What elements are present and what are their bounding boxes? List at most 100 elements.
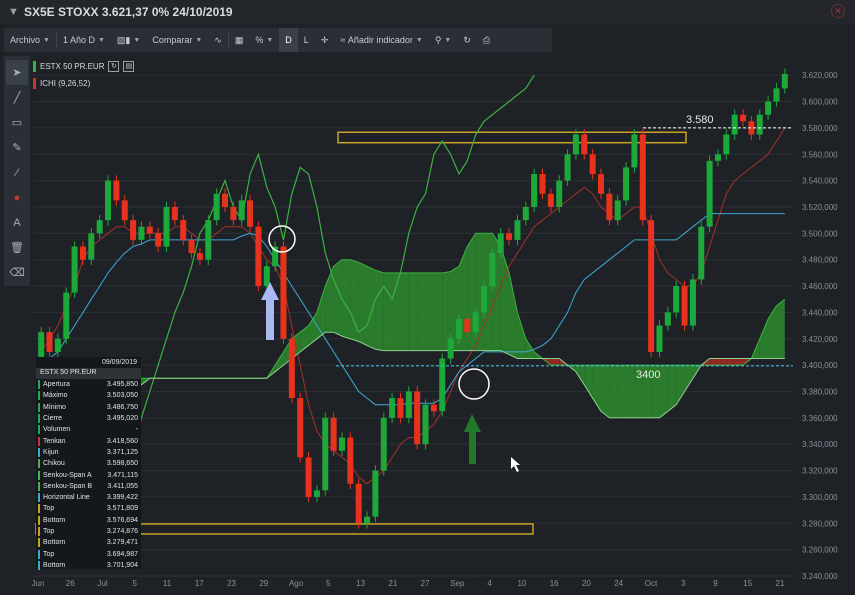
y-tick-label: 3.520,000 (802, 203, 838, 212)
data-window-date: 09/09/2019 (101, 359, 137, 366)
x-tick-label: 27 (421, 579, 430, 588)
row-color-marker (38, 436, 40, 446)
candle-body (338, 437, 345, 451)
data-window-row: Apertura 3.495,850 (36, 379, 141, 390)
candle-body (547, 193, 554, 207)
row-color-marker (38, 470, 40, 480)
candle-body (163, 206, 170, 247)
row-value: 3.399,422 (106, 494, 138, 502)
candle-body (297, 398, 304, 458)
cloud-segment (400, 272, 409, 351)
candle-body (447, 338, 454, 359)
row-label: Horizontal Line (43, 494, 90, 502)
x-tick-label: Oct (645, 579, 658, 588)
data-window-row: Mínimo 3.486,750 (36, 402, 141, 413)
candle-body (581, 134, 588, 155)
x-tick-label: 3 (681, 579, 686, 588)
row-value: 3.371,125 (106, 448, 138, 456)
data-window-row: Senkou-Span B 3.411,055 (36, 481, 141, 492)
y-tick-label: 3.280,000 (802, 519, 838, 528)
y-tick-label: 3.300,000 (802, 493, 838, 502)
up-arrow-head (464, 414, 481, 432)
x-tick-label: 21 (388, 579, 397, 588)
x-tick-label: 15 (743, 579, 752, 588)
candle-body (46, 332, 53, 352)
settings-icon[interactable]: ▤ (123, 61, 135, 72)
candle-body (355, 483, 362, 524)
candle-body (598, 174, 604, 194)
row-color-marker (38, 560, 40, 570)
row-label: Volumen (43, 426, 71, 434)
x-tick-label: 20 (582, 579, 591, 588)
y-tick-label: 3.340,000 (802, 440, 838, 449)
candle-body (564, 154, 571, 181)
y-tick-label: 3.380,000 (802, 387, 838, 396)
x-tick-label: Sep (450, 579, 465, 588)
candle-body (347, 437, 354, 484)
candle-body (380, 417, 387, 471)
candle-body (389, 398, 396, 418)
data-window-row: Volumen - (36, 424, 141, 435)
candle-body (305, 457, 312, 497)
x-tick-label: 26 (66, 579, 75, 588)
legend-item-price[interactable]: ESTX 50 PR.EUR ↻ ▤ (33, 58, 137, 75)
cloud-segment (383, 272, 393, 351)
y-tick-label: 3.560,000 (802, 150, 838, 159)
row-value: 3.701,904 (106, 561, 138, 569)
candle-body (439, 358, 446, 412)
data-window-row: Tenkan 3.418,560 (36, 435, 141, 446)
annotation-3400: 3400 (636, 369, 660, 381)
candle-body (497, 233, 504, 254)
row-value: 3.576,694 (106, 516, 138, 524)
row-color-marker (38, 414, 40, 424)
candle-body (455, 319, 462, 339)
x-tick-label: Jul (97, 579, 107, 588)
candle-body (405, 391, 412, 418)
y-axis: 3.620,000 3.600,000 3.580,000 3.560,000 3.54… (802, 71, 838, 581)
row-label: Senkou-Span A (43, 471, 92, 479)
row-color-marker (38, 481, 40, 491)
row-value: 3.279,471 (106, 539, 138, 547)
candle-body (430, 404, 437, 412)
candle-body (130, 220, 137, 240)
cloud-segment (759, 319, 769, 359)
candle-body (781, 73, 788, 89)
legend-item-indicator[interactable]: ICHI (9,26,52) (33, 75, 137, 92)
candle-body (689, 279, 696, 326)
y-tick-label: 3.320,000 (802, 467, 838, 476)
refresh-icon[interactable]: ↻ (108, 61, 120, 72)
data-window-row: Kijun 3.371,125 (36, 447, 141, 458)
candle-body (96, 220, 103, 234)
candle-body (472, 312, 479, 333)
candle-body (706, 160, 713, 227)
candle-body (180, 220, 187, 240)
candle-body (648, 220, 655, 352)
y-tick-label: 3.400,000 (802, 361, 838, 370)
candle-body (313, 490, 320, 497)
row-value: 3.418,560 (106, 437, 138, 445)
mouse-cursor-icon (511, 457, 520, 472)
x-tick-label: Ago (289, 579, 304, 588)
row-value: 3.486,750 (106, 403, 138, 411)
legend-indicator-label: ICHI (9,26,52) (40, 79, 91, 88)
cloud-segment (726, 358, 735, 366)
candle-body (255, 226, 262, 287)
y-tick-label: 3.460,000 (802, 282, 838, 291)
x-tick-label: 11 (163, 579, 172, 588)
y-tick-label: 3.500,000 (802, 229, 838, 238)
candle-body (146, 226, 153, 234)
cloud-segment (717, 358, 727, 366)
row-color-marker (38, 504, 40, 514)
data-window-row: Máximo 3.503,050 (36, 390, 141, 401)
candle-body (213, 193, 220, 221)
row-value: 3.598,650 (106, 460, 138, 468)
candle-body (464, 319, 471, 333)
cloud-segment (626, 365, 635, 418)
candle-body (664, 312, 671, 326)
cloud-segment (709, 358, 718, 366)
x-axis: Jun 26 Jul 5 11 17 23 29 Ago 5 13 21 27 Sep 4 10 16 20 24 O… (32, 579, 785, 588)
row-label: Senkou-Span B (43, 482, 93, 490)
cloud-segment (584, 365, 593, 399)
x-tick-label: 17 (195, 579, 204, 588)
row-value: 3.495,020 (106, 415, 138, 423)
